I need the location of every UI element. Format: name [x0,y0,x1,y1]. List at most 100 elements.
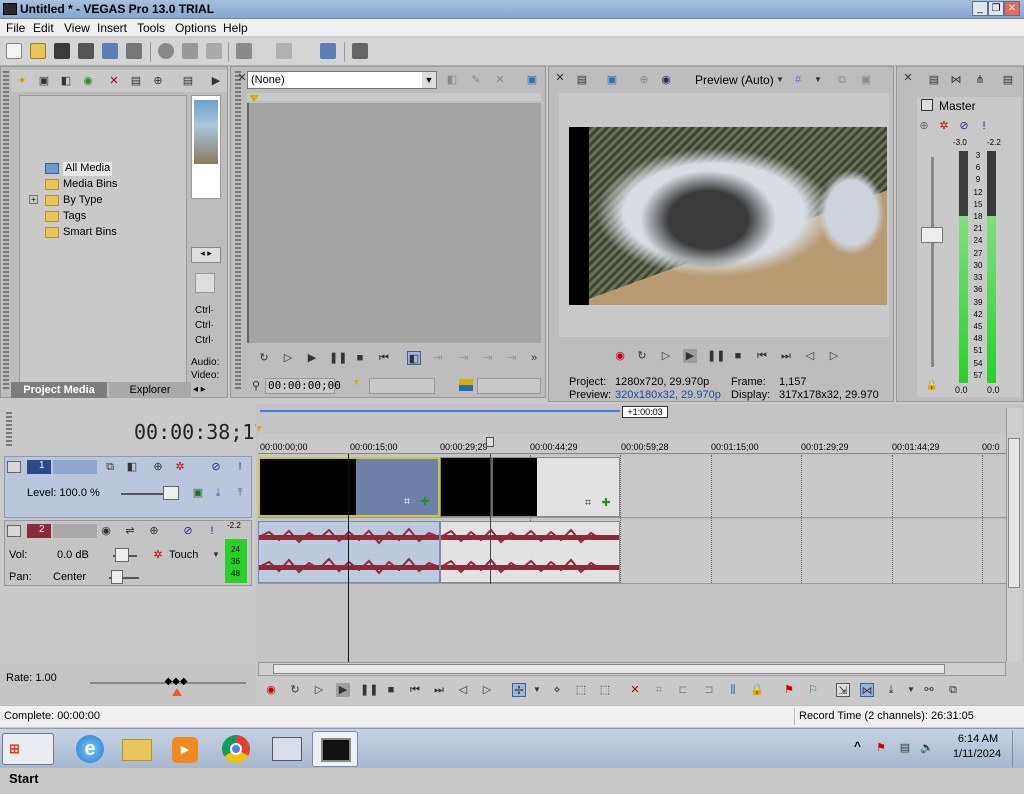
trimmer-media-dropdown[interactable]: (None) ▼ [247,71,437,89]
track-fx-insert-icon[interactable]: ⊕ [151,460,165,474]
automation-mode[interactable]: Touch [169,549,198,561]
downmix-icon[interactable]: ⋈ [949,73,963,87]
master-fader-handle[interactable] [921,227,943,243]
event-pan-crop-icon[interactable]: ⌗ [581,496,595,510]
capture-icon[interactable]: ▣ [37,74,51,88]
trimmer-ruler[interactable] [247,93,541,101]
next-frame-icon[interactable]: ▷ [827,349,841,363]
delete-icon[interactable]: ✕ [628,683,642,697]
trimmer-in-field[interactable] [369,378,435,394]
trim-icon[interactable]: ⌗ [652,683,666,697]
close-button[interactable]: ✕ [1004,1,1020,16]
marker-icon[interactable]: ⚑ [782,683,796,697]
envelope-tool-icon[interactable]: ⋄ [550,683,564,697]
video-fx-icon[interactable]: ◉ [659,73,673,87]
remove-icon[interactable]: ✕ [107,74,121,88]
taskbar-ie[interactable]: e [66,731,112,767]
trimmer-clear-icon[interactable]: ✕ [493,73,507,87]
lock-envelopes-icon[interactable]: ⚯ [922,683,936,697]
video-track-header[interactable]: 1 ⧉ ◧ ⊕ ✲ ⊘ ! Level: 100.0 % ▣ ⤓ ⤒ [4,456,252,518]
chevron-down-icon[interactable]: ▼ [209,548,223,562]
audio-event-1[interactable] [258,521,440,583]
preview-quality-dropdown[interactable]: Preview (Auto) [695,73,774,87]
previous-frame-icon[interactable]: ◁ [456,683,470,697]
play-icon[interactable]: ▶ [683,349,697,363]
close-preview-icon[interactable]: ✕ [553,71,567,85]
clock-time[interactable]: 6:14 AM [952,733,1004,745]
menu-edit[interactable]: Edit [33,21,54,35]
stop-icon[interactable]: ■ [384,683,398,697]
menu-tools[interactable]: Tools [137,21,165,35]
arm-record-icon[interactable]: ◉ [99,524,113,538]
auto-crossfade-icon[interactable]: ⋈ [860,683,874,697]
trimmer-display[interactable] [247,103,541,343]
loop-region-bar[interactable] [260,410,620,412]
go-to-start-icon[interactable]: ⏮ [755,349,769,363]
track-minimize-icon[interactable] [7,525,21,537]
audio-event-2[interactable] [440,521,620,583]
trimmer-overwrite-icon[interactable]: ⇥ [481,351,495,365]
loop-icon[interactable]: ↻ [635,349,649,363]
next-frame-icon[interactable]: ▷ [480,683,494,697]
trim-end-icon[interactable]: ⊐ [702,683,716,697]
taskbar-media[interactable]: ▶ [162,731,208,767]
get-media-icon[interactable]: ◧ [59,74,73,88]
close-master-icon[interactable]: ✕ [901,71,915,85]
mixer-properties-icon[interactable]: ▤ [927,73,941,87]
chevron-down-icon[interactable]: ▼ [811,73,825,87]
snapping-icon[interactable]: ⇲ [836,683,850,697]
trimmer-length-field[interactable] [477,378,541,394]
network-icon[interactable]: ▤ [898,741,912,755]
automation-icon[interactable]: ✲ [151,548,165,562]
redo-icon[interactable] [276,43,292,59]
brush-icon[interactable] [320,43,336,59]
external-monitor-icon[interactable]: ▣ [605,73,619,87]
save-snapshot-icon[interactable]: ▣ [859,73,873,87]
ignore-grouping-icon[interactable]: ⧉ [946,683,960,697]
tree-by-type[interactable]: By Type [63,194,103,208]
zoom-tool-icon[interactable]: ⬚ [598,683,612,697]
previous-frame-icon[interactable]: ◁ [803,349,817,363]
playhead-handle[interactable] [486,437,494,447]
chevron-down-icon[interactable]: ▼ [530,683,544,697]
taskbar-app[interactable] [262,731,308,767]
event-pan-crop-icon[interactable]: ⌗ [400,495,414,509]
media-properties-icon[interactable]: ▤ [129,74,143,88]
audio-track-header[interactable]: 2 ◉ ⇌ ⊕ ⊘ ! -2.2 24 36 48 Vol: 0.0 dB ✲ … [4,520,252,586]
track-auto-icon[interactable]: ▣ [191,486,205,500]
tree-smart-bins[interactable]: Smart Bins [63,226,117,240]
expand-track-icon[interactable]: ⤓ [211,486,225,500]
chevron-down-icon[interactable]: ▼ [773,73,787,87]
expand-by-type[interactable]: + [29,195,38,204]
event-fx-icon[interactable]: ✚ [418,495,432,509]
thumb-scroll[interactable]: ◂ ▸ [191,247,221,263]
menu-file[interactable]: File [6,21,25,35]
clock-date[interactable]: 1/11/2024 [946,748,1008,760]
trimmer-play-icon[interactable]: ▶ [305,351,319,365]
cut-icon[interactable] [158,43,174,59]
timeline-hscroll-thumb[interactable] [273,664,945,674]
media-fx-icon[interactable]: ⊕ [151,74,165,88]
trimmer-pause-icon[interactable]: ❚❚ [329,351,347,365]
master-insert-icon[interactable]: ⊕ [917,119,931,133]
loop-icon[interactable]: ↻ [288,683,302,697]
save-as-icon[interactable] [78,43,94,59]
chevron-down-icon[interactable]: ▼ [904,683,918,697]
split-icon[interactable]: ⫼ [726,683,740,697]
action-center-icon[interactable]: ⚑ [874,741,888,755]
show-desktop-button[interactable] [1012,731,1022,767]
play-icon[interactable]: ▶ [336,683,350,697]
taskbar-explorer[interactable] [114,731,160,767]
record-icon[interactable]: ◉ [264,683,278,697]
trimmer-add-icon[interactable]: ⇥ [431,351,445,365]
tray-expand-icon[interactable]: ^ [854,739,861,753]
video-event-2[interactable]: ⌗ ✚ [440,457,620,517]
audio-mute-icon[interactable]: ⊘ [181,524,195,538]
import-media-icon[interactable]: ✦ [15,74,29,88]
trimmer-more-icon[interactable]: » [527,351,541,365]
trimmer-go-start-icon[interactable]: ⏮ [377,351,391,365]
play-from-start-icon[interactable]: ▷ [312,683,326,697]
track-solo-icon[interactable]: ! [233,460,247,474]
trimmer-tool-icon[interactable]: ◧ [445,73,459,87]
timeline-hscroll[interactable] [258,662,1006,676]
